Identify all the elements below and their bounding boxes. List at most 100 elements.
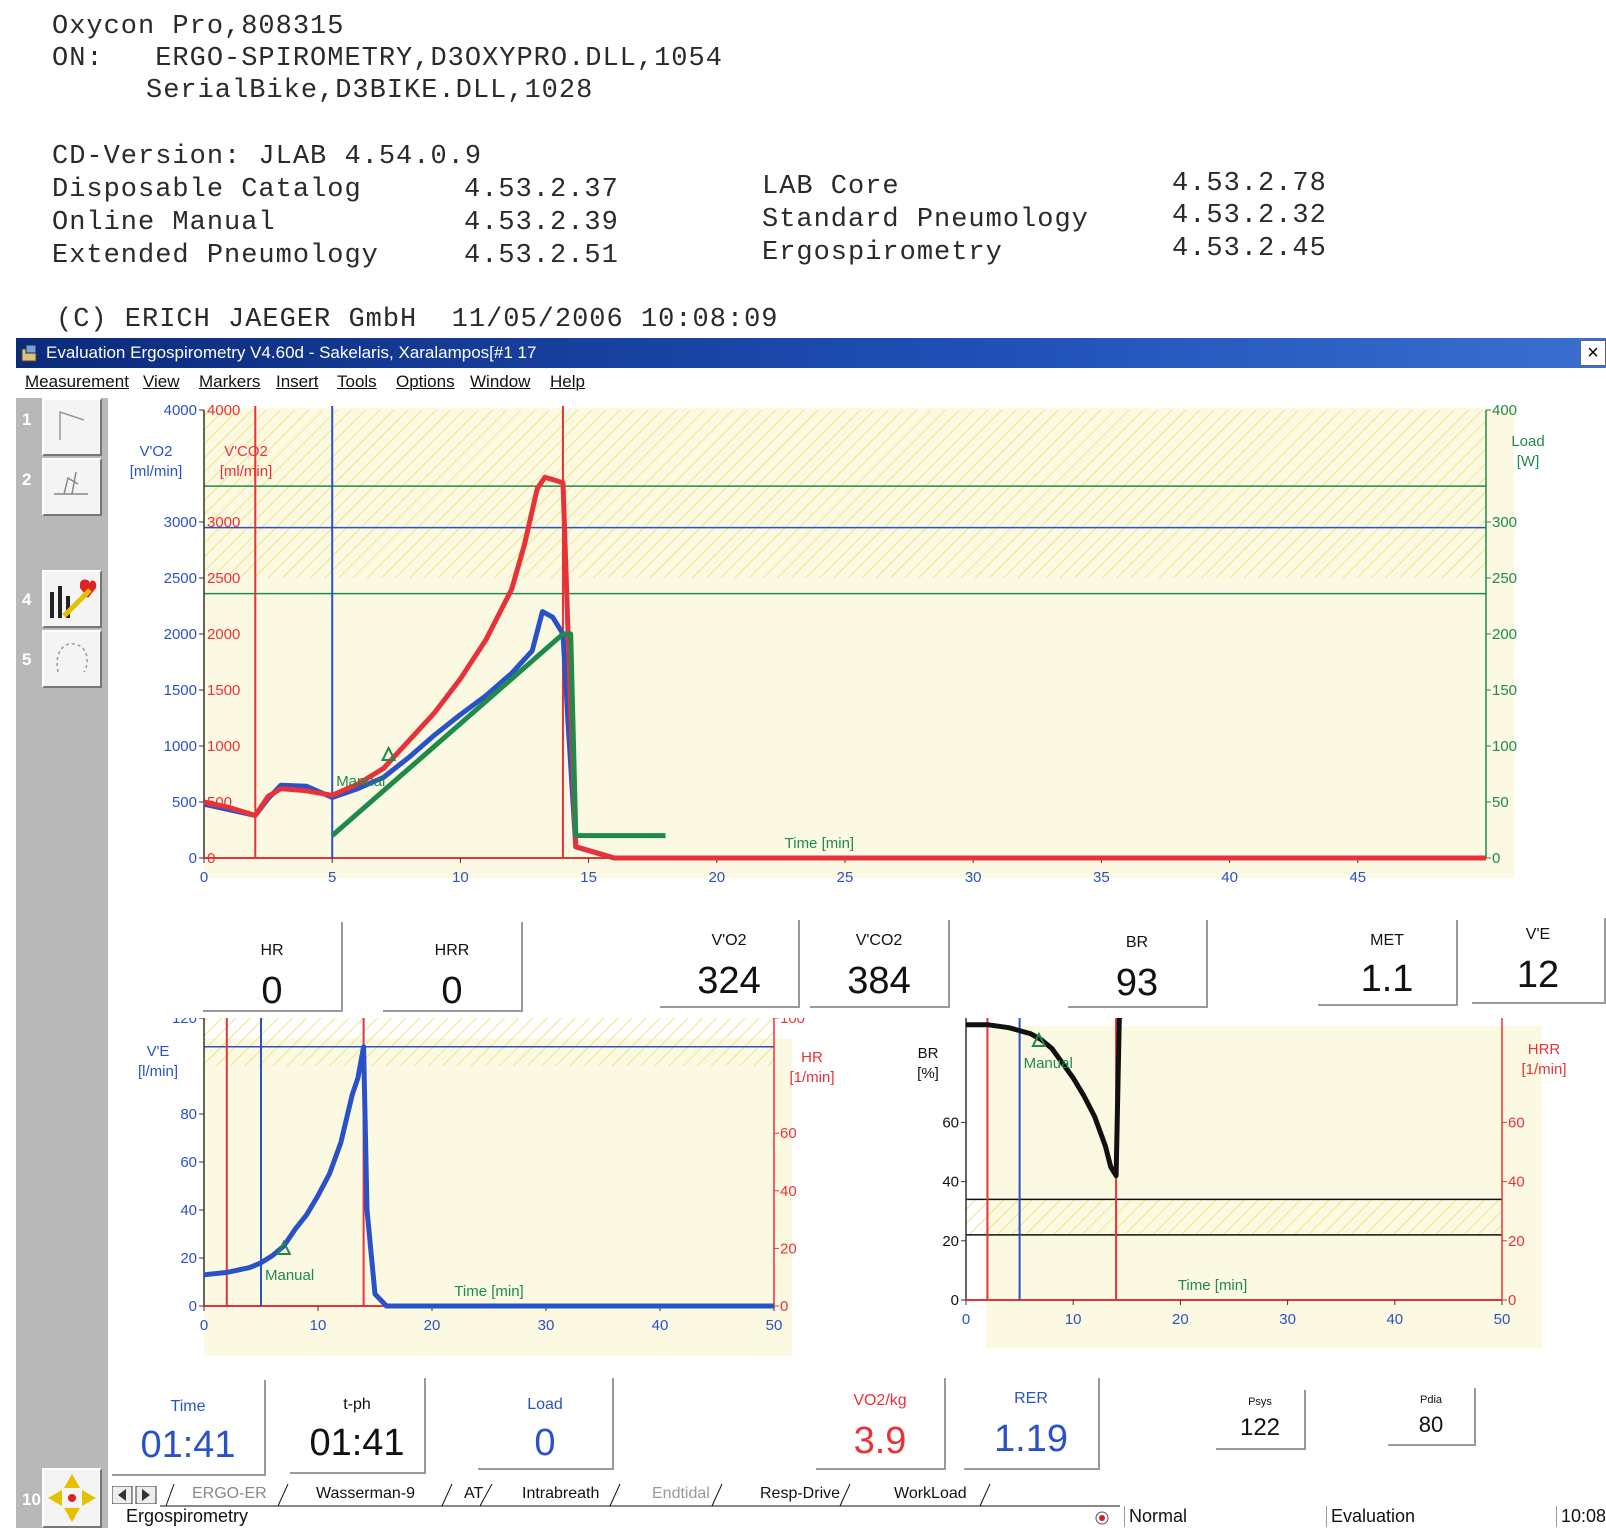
rer-value: 1.19 (994, 1418, 1068, 1460)
x-tick-label: 0 (962, 1311, 970, 1328)
x-tick-label: 40 (1386, 1311, 1403, 1328)
y2-tick-label: 60 (780, 1125, 797, 1142)
arrows-icon (48, 1474, 96, 1522)
x-tick-label: 30 (965, 869, 982, 886)
y2-tick-label: 200 (1492, 626, 1517, 643)
y-tick-label: 1000 (164, 738, 197, 755)
bike-icon (54, 471, 88, 495)
status-mode: Normal (1124, 1506, 1187, 1527)
curve-view-button[interactable] (42, 398, 102, 456)
tab-dividers (160, 1483, 1120, 1507)
module-name: Extended Pneumology (52, 241, 379, 271)
report-button[interactable] (42, 570, 102, 628)
toolbar-number: 10 (22, 1490, 41, 1509)
toolbar-number: 1 (22, 410, 32, 429)
hrr-box: HRR 0 (383, 922, 523, 1012)
y2-axis-title: Load (1511, 433, 1544, 450)
y-tick-label: 0 (189, 1298, 197, 1315)
y-axis-title: BR (918, 1045, 939, 1062)
x-tick-label: 35 (1093, 869, 1110, 886)
module-name: Online Manual (52, 208, 276, 238)
tab-scroll-arrows[interactable] (112, 1486, 158, 1504)
menu-measurement[interactable]: Measurement (25, 372, 129, 392)
close-button[interactable]: × (1580, 340, 1606, 366)
menu-options[interactable]: Options (396, 372, 455, 392)
y2-tick-label: 300 (1492, 514, 1517, 531)
hr-label: HR (260, 942, 284, 959)
menu-insert[interactable]: Insert (276, 372, 319, 392)
start-button[interactable] (42, 1468, 102, 1528)
y-tick-label: 60 (942, 1114, 959, 1131)
x-tick-label: 30 (1279, 1311, 1296, 1328)
window-titlebar[interactable]: Evaluation Ergospirometry V4.60d - Sakel… (16, 338, 1606, 368)
module-version: 4.53.2.78 (1172, 169, 1327, 199)
menu-view[interactable]: View (143, 372, 180, 392)
vo2-label: V'O2 (711, 932, 747, 949)
menu-tools[interactable]: Tools (337, 372, 377, 392)
vco2-value: 384 (847, 960, 911, 1002)
x-tick-label: 15 (580, 869, 597, 886)
status-time: 10:08 (1556, 1506, 1606, 1527)
y-tick-label-2: 1000 (207, 738, 240, 755)
vo2-value: 324 (697, 960, 761, 1002)
tab-bar: ERGO-ER Wasserman-9 AT Intrabreath Endti… (108, 1482, 1606, 1508)
y-axis-title-2: V'CO2 (224, 443, 268, 460)
printout-line-2: ON: ERGO-SPIROMETRY,D3OXYPRO.DLL,1054 (52, 44, 723, 74)
y-tick-label: 2500 (164, 570, 197, 587)
loop-view-button[interactable] (42, 630, 102, 688)
menu-help[interactable]: Help (550, 372, 585, 392)
hrr-label: HRR (434, 942, 470, 959)
y-tick-label: 3000 (164, 514, 197, 531)
y-tick-label-2: 500 (207, 794, 232, 811)
y2-axis-title: HR (801, 1049, 823, 1066)
ve-value: 12 (1516, 954, 1560, 996)
pdia-value: 80 (1418, 1412, 1444, 1437)
met-label: MET (1370, 932, 1404, 949)
x-tick-label: 40 (1221, 869, 1238, 886)
y-axis-title-2: [ml/min] (220, 463, 273, 480)
vco2-label: V'CO2 (855, 932, 903, 949)
y-tick-label: 80 (180, 1106, 197, 1123)
vo2kg-box: VO2/kg 3.9 (816, 1378, 946, 1470)
y2-tick-label: 60 (1508, 1114, 1525, 1131)
y-tick-label-2: 2000 (207, 626, 240, 643)
met-value: 1.1 (1360, 958, 1414, 1000)
main-chart[interactable]: 0 5 10 15 20 25 30 35 40 450 0500 5001000 10001500 15… (108, 398, 1606, 918)
y-tick-label-2: 3000 (207, 514, 240, 531)
y-axis-title: V'E (147, 1043, 170, 1060)
br-label: BR (1125, 934, 1149, 951)
module-version: 4.53.2.37 (464, 175, 619, 205)
load-value: 0 (534, 1422, 556, 1464)
values-panel-top: HR 0 HRR 0 V'O2 324 V'CO2 384 BR 93 MET … (108, 918, 1606, 1018)
heart-chart-icon (50, 579, 97, 618)
x-tick-label: 25 (837, 869, 854, 886)
br-hrr-chart[interactable]: 0102030405002040601000204060100BR[%]HRR[… (888, 1018, 1606, 1378)
y2-tick-label: 400 (1492, 402, 1517, 419)
y-axis-title: V'O2 (140, 443, 173, 460)
x-tick-label: 40 (652, 1317, 669, 1334)
menu-window[interactable]: Window (470, 372, 530, 392)
menu-markers[interactable]: Markers (199, 372, 260, 392)
y-tick-label-2: 0 (207, 850, 215, 867)
y-tick-label: 0 (189, 850, 197, 867)
y-tick-label: 500 (172, 794, 197, 811)
y2-tick-label: 0 (780, 1298, 788, 1315)
x-tick-label: 50 (766, 1317, 783, 1334)
vo2kg-label: VO2/kg (853, 1392, 907, 1409)
y2-tick-label: 0 (1492, 850, 1500, 867)
y-tick-label: 1500 (164, 682, 197, 699)
threshold-band (204, 410, 1486, 578)
module-version: 4.53.2.51 (464, 241, 619, 271)
manual-annotation: Manual (1024, 1055, 1073, 1072)
window-title: Evaluation Ergospirometry V4.60d - Sakel… (46, 343, 537, 362)
manual-annotation: Manual (336, 773, 385, 790)
left-toolbar: 1 2 4 5 10 (16, 398, 108, 1528)
x-tick-label: 10 (310, 1317, 327, 1334)
protocol-button[interactable] (42, 458, 102, 516)
module-version: 4.53.2.45 (1172, 234, 1327, 264)
cd-version: CD-Version: JLAB 4.54.0.9 (52, 142, 483, 172)
x-axis-title: Time [min] (454, 1283, 523, 1300)
y2-tick-label: 40 (1508, 1174, 1525, 1191)
ve-hr-chart[interactable]: 0 10 20 30 40 50 0 20 40 60 80 120 0 20 40 60 100 V'E [l/m… (108, 1018, 888, 1378)
y-tick-label-2: 2500 (207, 570, 240, 587)
